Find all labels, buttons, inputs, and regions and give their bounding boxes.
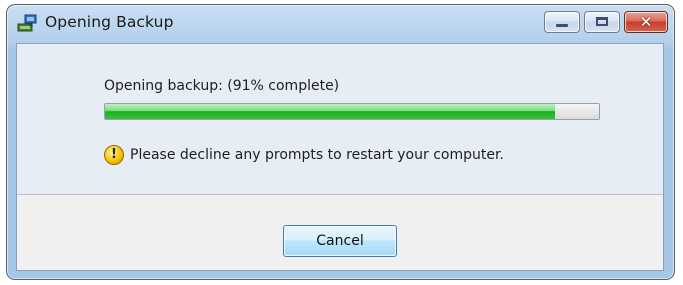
cancel-button[interactable]: Cancel: [283, 225, 397, 257]
warning-icon: !: [104, 145, 124, 165]
maximize-icon: [596, 17, 608, 26]
minimize-button[interactable]: [544, 11, 580, 33]
close-button[interactable]: ✕: [624, 11, 668, 33]
dialog-window: Opening Backup ✕ Opening backup: (91% co…: [6, 4, 675, 280]
title-bar[interactable]: Opening Backup ✕: [7, 5, 674, 43]
dialog-client-area: Opening backup: (91% complete) ! Please …: [16, 43, 664, 271]
minimize-icon: [556, 24, 568, 27]
progress-bar: [104, 103, 600, 120]
button-footer: Cancel: [17, 195, 663, 270]
caption-buttons: ✕: [544, 11, 668, 33]
backup-app-icon: [17, 13, 39, 33]
progress-status-text: Opening backup: (91% complete): [104, 78, 340, 94]
progress-bar-fill: [105, 104, 555, 119]
warning-message: ! Please decline any prompts to restart …: [104, 145, 504, 165]
window-title: Opening Backup: [45, 13, 174, 31]
close-icon: ✕: [639, 13, 653, 31]
maximize-button[interactable]: [584, 11, 620, 33]
content-panel: Opening backup: (91% complete) ! Please …: [17, 44, 663, 194]
warning-text: Please decline any prompts to restart yo…: [130, 147, 504, 163]
